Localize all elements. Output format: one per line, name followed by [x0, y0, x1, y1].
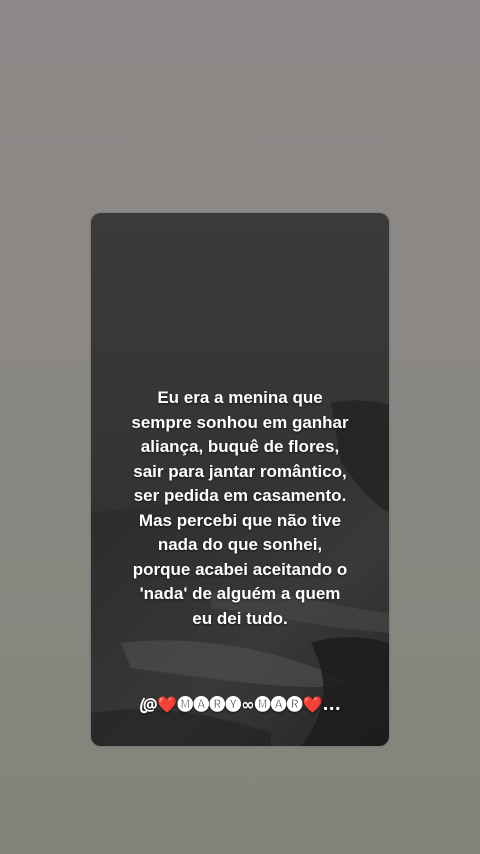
quote-line: eu dei tudo.	[192, 608, 288, 628]
quote-line: Eu era a menina que	[157, 388, 323, 407]
quote-line: porque acabei aceitando o	[132, 559, 348, 579]
quote-line: nada do que sonhei,	[157, 535, 323, 554]
quote-line: aliança, buquê de flores,	[140, 437, 340, 456]
quote-text: Eu era a menina que sempre sonhou em gan…	[91, 386, 389, 631]
quote-line: ser pedida em casamento.	[133, 486, 347, 505]
author-signature: @ꦿ❤️🅜🅐🅡🅨∞🅜🅐🅡❤️...	[139, 695, 341, 714]
quote-line: Mas percebi que não tive	[138, 510, 342, 530]
quote-line: sair para jantar romântico,	[133, 461, 347, 481]
quote-line: sempre sonhou em ganhar	[131, 412, 349, 432]
video-card[interactable]: Eu era a menina que sempre sonhou em gan…	[91, 213, 389, 746]
quote-line: 'nada' de alguém a quem	[139, 584, 341, 603]
